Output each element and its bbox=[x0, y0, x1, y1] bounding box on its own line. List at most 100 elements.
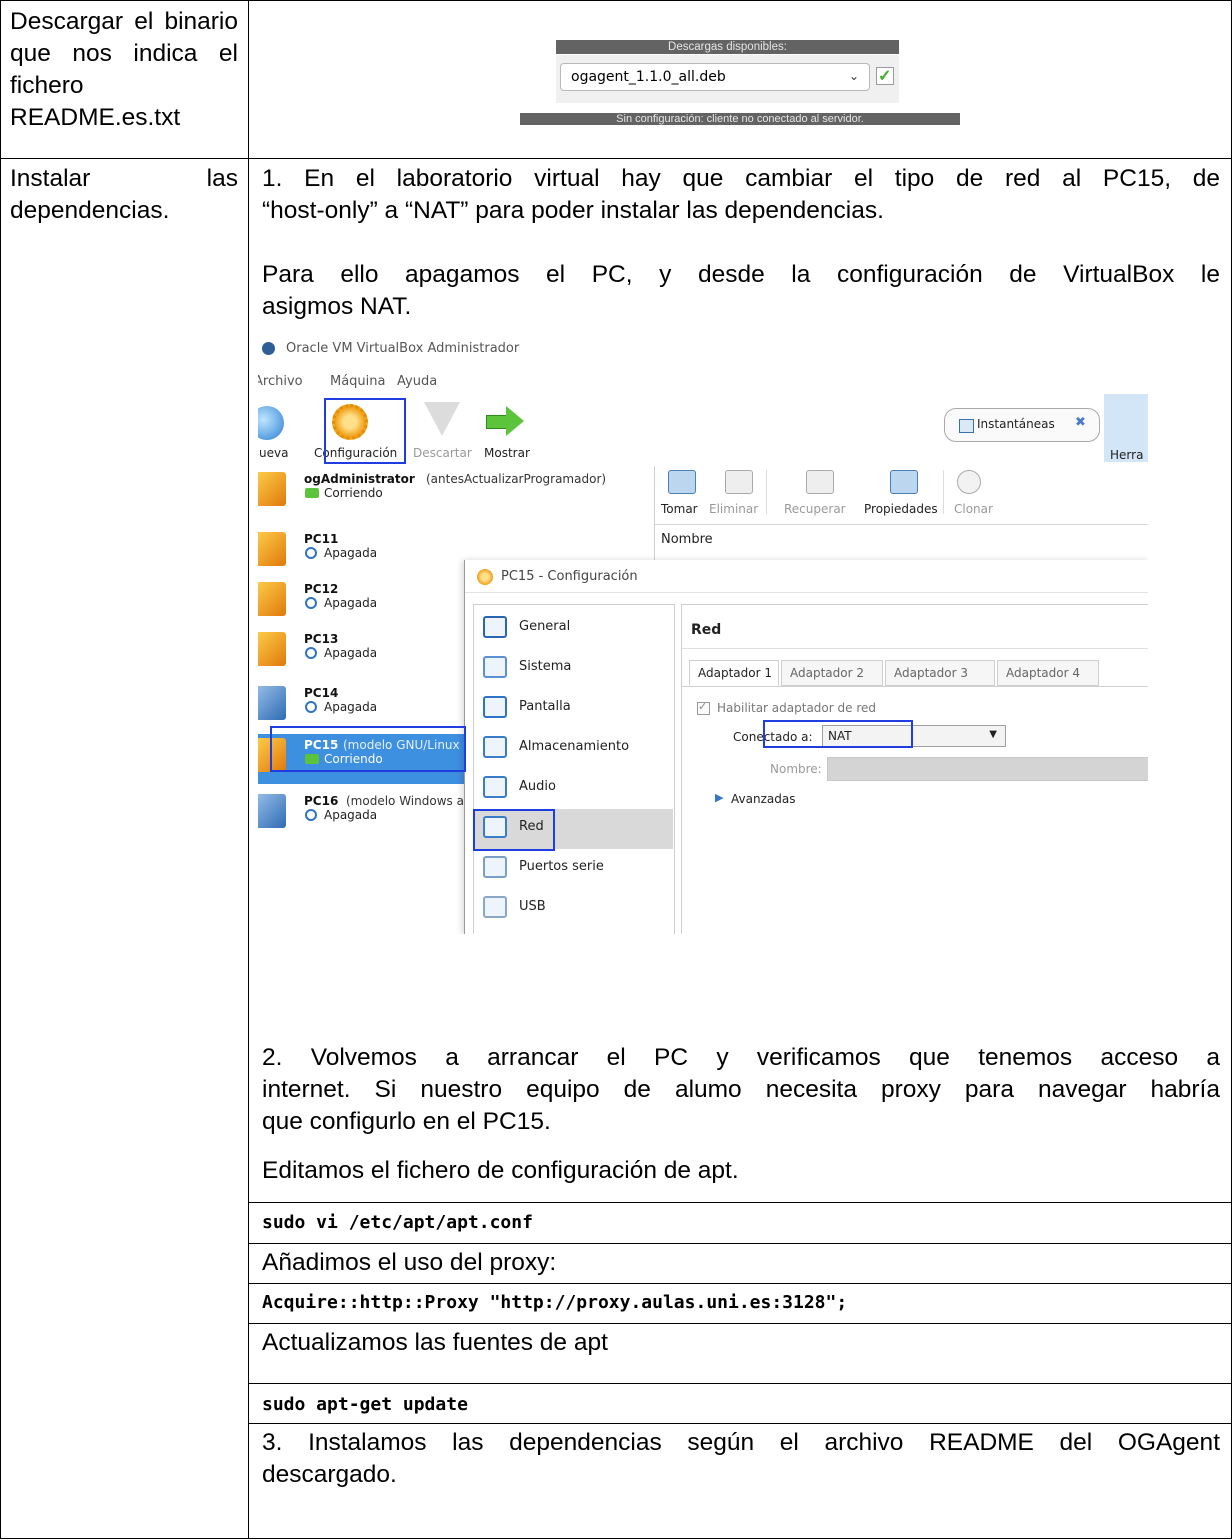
clone-icon[interactable] bbox=[957, 470, 981, 494]
section-usb[interactable]: USB bbox=[519, 899, 546, 914]
section-icon-usb bbox=[483, 896, 507, 918]
tab-label: Adaptador 4 bbox=[1006, 666, 1080, 680]
show-arrow-head bbox=[506, 406, 524, 436]
running-arrow-icon bbox=[305, 488, 319, 498]
window-title: Oracle VM VirtualBox Administrador bbox=[286, 341, 520, 356]
snap-clonar[interactable]: Clonar bbox=[954, 502, 993, 516]
section-icon-pantalla bbox=[483, 696, 507, 718]
section-sistema[interactable]: Sistema bbox=[519, 659, 571, 674]
vm-name[interactable]: PC14 bbox=[304, 686, 338, 700]
file-select[interactable]: ogagent_1.1.0_all.deb ⌄ bbox=[560, 63, 870, 91]
checkbox-check-icon: ✓ bbox=[698, 700, 708, 713]
command-edit-apt: sudo vi /etc/apt/apt.conf bbox=[262, 1212, 533, 1233]
step3-paragraph: 3. Instalamos las dependencias según el … bbox=[262, 1427, 1220, 1491]
section-general[interactable]: General bbox=[519, 619, 570, 634]
show-arrow-icon[interactable] bbox=[486, 406, 524, 436]
vm-os-icon bbox=[258, 794, 286, 828]
step1-paragraph: 1. En el laboratorio virtual hay que cam… bbox=[262, 163, 1220, 227]
menu-archivo[interactable]: Archivo bbox=[258, 374, 303, 389]
table-left-border bbox=[0, 0, 1, 1539]
vm-name[interactable]: PC11 bbox=[304, 532, 338, 546]
snapshot-column-name[interactable]: Nombre bbox=[661, 532, 713, 547]
dropdown-arrow-icon: ▼ bbox=[989, 729, 997, 740]
section-list bbox=[473, 604, 675, 934]
vm-os-icon bbox=[258, 532, 286, 566]
highlight-configuracion bbox=[324, 398, 406, 464]
vm-state: Apagada bbox=[324, 808, 378, 822]
snap-eliminar[interactable]: Eliminar bbox=[709, 502, 758, 516]
discard-arrow-icon[interactable] bbox=[424, 402, 460, 436]
vm-state: Apagada bbox=[324, 596, 378, 610]
take-snapshot-icon[interactable] bbox=[668, 470, 696, 494]
tabs-baseline bbox=[681, 686, 1148, 687]
snap-propiedades[interactable]: Propiedades bbox=[864, 502, 938, 516]
power-off-icon bbox=[305, 701, 317, 713]
table-bottom-border bbox=[0, 1538, 1232, 1539]
step3-line2: descargado. bbox=[262, 1461, 397, 1488]
section-puertos-serie[interactable]: Puertos serie bbox=[519, 859, 604, 874]
dialog-title: PC15 - Configuración bbox=[501, 569, 638, 584]
snapshots-label: Instantáneas bbox=[977, 417, 1055, 431]
config-dialog: PC15 - Configuración General Sistema Panta… bbox=[464, 560, 1148, 934]
virtualbox-logo-icon bbox=[262, 342, 275, 355]
menu-maquina[interactable]: Máquina bbox=[330, 374, 386, 389]
enable-adapter-label: Habilitar adaptador de red bbox=[717, 701, 876, 715]
vm-name[interactable]: PC16 bbox=[304, 794, 338, 808]
power-off-icon bbox=[305, 809, 317, 821]
tab-adaptador-2[interactable]: Adaptador 2 bbox=[781, 660, 883, 686]
section-icon-almacenamiento bbox=[483, 736, 507, 758]
properties-icon[interactable] bbox=[890, 470, 918, 494]
panel-title-line bbox=[681, 648, 1148, 649]
tab-adaptador-4[interactable]: Adaptador 4 bbox=[997, 660, 1099, 686]
row2-label-word2: las bbox=[206, 165, 238, 192]
advanced-arrow-icon[interactable]: ▶ bbox=[715, 791, 723, 804]
tab-adaptador-3[interactable]: Adaptador 3 bbox=[885, 660, 995, 686]
vm-name[interactable]: PC13 bbox=[304, 632, 338, 646]
vm-os-icon bbox=[258, 632, 286, 666]
enable-adapter-checkbox[interactable]: ✓ bbox=[697, 700, 710, 715]
section-audio[interactable]: Audio bbox=[519, 779, 556, 794]
name-field[interactable] bbox=[827, 757, 1148, 781]
step1b-line2: asigmos NAT. bbox=[262, 293, 412, 320]
show-arrow-shaft bbox=[486, 415, 508, 429]
toolbar-nueva[interactable]: Nueva bbox=[258, 446, 288, 460]
vm-description: (antesActualizarProgramador) bbox=[426, 472, 607, 486]
update-text: Actualizamos las fuentes de apt bbox=[262, 1329, 608, 1356]
tools-label[interactable]: Herra bbox=[1110, 448, 1143, 462]
highlight-red bbox=[473, 809, 555, 851]
confirm-checkbox[interactable]: ✓ bbox=[876, 67, 894, 85]
advanced-label[interactable]: Avanzadas bbox=[731, 792, 795, 806]
grid-line-6 bbox=[249, 1423, 1232, 1424]
menu-ayuda[interactable]: Ayuda bbox=[397, 374, 437, 389]
snap-recuperar[interactable]: Recuperar bbox=[784, 502, 846, 516]
row2-label: Instalar las dependencias. bbox=[10, 163, 238, 227]
vm-name[interactable]: PC12 bbox=[304, 582, 338, 596]
snapshots-button[interactable]: Instantáneas ✖ bbox=[944, 408, 1100, 442]
virtualbox-screenshot: Oracle VM VirtualBox Administrador Archi… bbox=[258, 336, 1148, 934]
row2-label-word3: dependencias. bbox=[10, 197, 170, 224]
vm-os-icon bbox=[258, 472, 286, 506]
section-icon-audio bbox=[483, 776, 507, 798]
tab-adaptador-1[interactable]: Adaptador 1 bbox=[689, 660, 779, 686]
restore-snapshot-icon[interactable] bbox=[806, 470, 834, 494]
new-machine-icon[interactable] bbox=[258, 406, 284, 440]
step1b-paragraph: Para ello apagamos el PC, y desde la con… bbox=[262, 259, 1220, 323]
delete-snapshot-icon[interactable] bbox=[725, 470, 753, 494]
power-off-icon bbox=[305, 647, 317, 659]
toolbar-mostrar[interactable]: Mostrar bbox=[484, 446, 530, 460]
toolbar-descartar[interactable]: Descartar bbox=[413, 446, 472, 460]
step1-line2: “host-only” a “NAT” para poder instalar … bbox=[262, 197, 884, 224]
section-pantalla[interactable]: Pantalla bbox=[519, 699, 571, 714]
downloads-header: Descargas disponibles: bbox=[556, 40, 899, 54]
row-divider bbox=[0, 158, 1232, 159]
command-update: sudo apt-get update bbox=[262, 1394, 468, 1415]
grid-line-3 bbox=[249, 1283, 1232, 1284]
power-off-icon bbox=[305, 597, 317, 609]
section-almacenamiento[interactable]: Almacenamiento bbox=[519, 739, 629, 754]
row1-label: Descargar el binario que nos indica el f… bbox=[10, 8, 238, 131]
power-off-icon bbox=[305, 547, 317, 559]
vm-name[interactable]: ogAdministrator bbox=[304, 472, 415, 486]
proxy-text: Añadimos el uso del proxy: bbox=[262, 1249, 557, 1276]
snap-tomar[interactable]: Tomar bbox=[661, 502, 698, 516]
grid-line-5 bbox=[249, 1383, 1232, 1384]
